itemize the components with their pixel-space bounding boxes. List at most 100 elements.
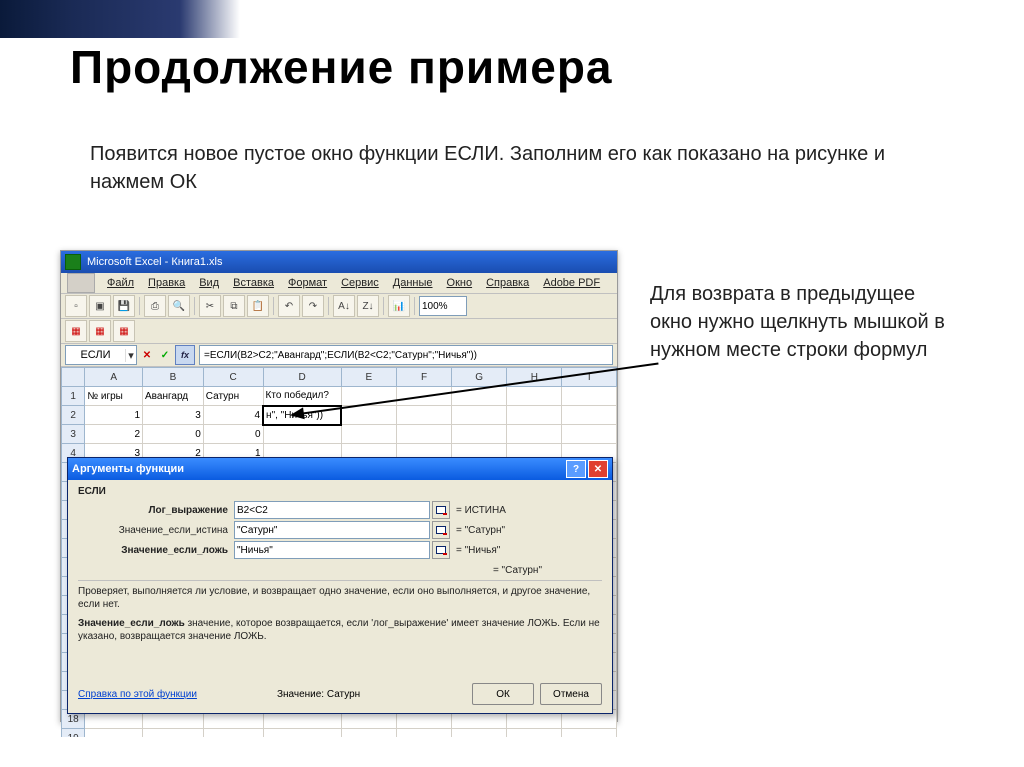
name-box-dropdown-icon[interactable]: ▾ [125, 349, 136, 362]
arg-label: Лог_выражение [78, 505, 234, 516]
toolbar-open-icon[interactable]: ▣ [89, 295, 111, 317]
formula-confirm-icon[interactable]: ✓ [157, 347, 173, 363]
excel-toolbar-pdf: ▦ ▦ ▦ [61, 319, 617, 344]
toolbar-redo-icon[interactable]: ↷ [302, 295, 324, 317]
cell[interactable]: 0 [143, 425, 204, 444]
arg-input-true[interactable] [234, 521, 430, 539]
excel-menubar: Файл Правка Вид Вставка Формат Сервис Да… [61, 273, 617, 294]
pdf-review-icon[interactable]: ▦ [113, 320, 135, 342]
fx-icon[interactable]: fx [175, 345, 195, 365]
cell[interactable]: № игры [85, 387, 143, 406]
cell[interactable] [341, 425, 396, 444]
toolbar-copy-icon[interactable]: ⧉ [223, 295, 245, 317]
cell[interactable] [397, 406, 452, 425]
menu-help[interactable]: Справка [480, 275, 535, 291]
toolbar-save-icon[interactable]: 💾 [113, 295, 135, 317]
cell[interactable] [507, 425, 562, 444]
name-box[interactable]: ЕСЛИ ▾ [65, 345, 137, 365]
dialog-titlebar[interactable]: Аргументы функции ? ✕ [68, 458, 612, 480]
cell[interactable] [452, 406, 507, 425]
cell[interactable] [507, 406, 562, 425]
cancel-button[interactable]: Отмена [540, 683, 602, 705]
dialog-function-name: ЕСЛИ [78, 486, 602, 497]
menu-tools[interactable]: Сервис [335, 275, 385, 291]
formula-cancel-icon[interactable]: ✕ [139, 347, 155, 363]
menu-window[interactable]: Окно [441, 275, 479, 291]
ok-button[interactable]: ОК [472, 683, 534, 705]
cell[interactable] [562, 406, 617, 425]
menu-adobe[interactable]: Adobe PDF [537, 275, 606, 291]
menu-data[interactable]: Данные [387, 275, 439, 291]
range-picker-icon[interactable] [432, 521, 450, 539]
cell[interactable]: 1 [85, 406, 143, 425]
col-header[interactable]: D [263, 368, 341, 387]
dialog-result-line: = "Сатурн" [78, 565, 602, 576]
cell[interactable]: Кто победил? [263, 387, 341, 406]
slide-corner-decoration [0, 0, 180, 38]
toolbar-undo-icon[interactable]: ↶ [278, 295, 300, 317]
dialog-close-icon[interactable]: ✕ [588, 460, 608, 478]
menu-view[interactable]: Вид [193, 275, 225, 291]
arg-result: = "Ничья" [456, 545, 500, 556]
menu-insert[interactable]: Вставка [227, 275, 280, 291]
row-header[interactable]: 1 [62, 387, 85, 406]
cell[interactable] [452, 425, 507, 444]
formula-input[interactable]: =ЕСЛИ(B2>C2;"Авангард";ЕСЛИ(B2<C2;"Сатур… [199, 345, 613, 365]
arg-result: = ИСТИНА [456, 505, 506, 516]
row-header[interactable]: 2 [62, 406, 85, 425]
cell[interactable] [263, 425, 341, 444]
dialog-arg-description: Значение_если_ложь значение, которое воз… [78, 617, 602, 643]
arg-input-logical[interactable] [234, 501, 430, 519]
toolbar-cut-icon[interactable]: ✂ [199, 295, 221, 317]
slide-corner-fade [180, 0, 240, 38]
col-header[interactable]: B [143, 368, 204, 387]
col-header[interactable]: C [203, 368, 263, 387]
excel-screenshot: Microsoft Excel - Книга1.xls Файл Правка… [60, 250, 618, 722]
toolbar-new-icon[interactable]: ▫ [65, 295, 87, 317]
slide-title: Продолжение примера [70, 40, 613, 94]
toolbar-preview-icon[interactable]: 🔍 [168, 295, 190, 317]
cell[interactable]: 3 [143, 406, 204, 425]
col-header[interactable]: G [452, 368, 507, 387]
range-picker-icon[interactable] [432, 501, 450, 519]
menu-system-icon[interactable] [67, 273, 95, 293]
cell[interactable]: Авангард [143, 387, 204, 406]
row-header[interactable]: 3 [62, 425, 85, 444]
toolbar-zoom[interactable]: 100% [419, 296, 467, 316]
cell[interactable] [507, 387, 562, 406]
toolbar-chart-icon[interactable]: 📊 [388, 295, 410, 317]
menu-edit[interactable]: Правка [142, 275, 191, 291]
range-picker-icon[interactable] [432, 541, 450, 559]
menu-file[interactable]: Файл [101, 275, 140, 291]
col-header[interactable]: F [397, 368, 452, 387]
toolbar-sort-desc-icon[interactable]: Z↓ [357, 295, 379, 317]
excel-app-icon [65, 254, 81, 270]
pdf-convert-icon[interactable]: ▦ [65, 320, 87, 342]
col-header[interactable]: A [85, 368, 143, 387]
arg-input-false[interactable] [234, 541, 430, 559]
dialog-help-link[interactable]: Справка по этой функции [78, 689, 197, 700]
cell[interactable] [562, 387, 617, 406]
cell[interactable]: Сатурн [203, 387, 263, 406]
cell[interactable] [397, 425, 452, 444]
arg-label: Значение_если_истина [78, 525, 234, 536]
toolbar-paste-icon[interactable]: 📋 [247, 295, 269, 317]
cell[interactable] [341, 406, 396, 425]
slide-side-note: Для возврата в предыдущее окно нужно щел… [650, 280, 950, 364]
toolbar-sort-asc-icon[interactable]: A↓ [333, 295, 355, 317]
dialog-help-icon[interactable]: ? [566, 460, 586, 478]
cell[interactable]: 2 [85, 425, 143, 444]
cell[interactable]: 0 [203, 425, 263, 444]
toolbar-print-icon[interactable]: ⎙ [144, 295, 166, 317]
dialog-title-text: Аргументы функции [72, 463, 184, 475]
dialog-function-description: Проверяет, выполняется ли условие, и воз… [78, 580, 602, 611]
col-header[interactable]: E [341, 368, 396, 387]
pdf-mail-icon[interactable]: ▦ [89, 320, 111, 342]
function-arguments-dialog: Аргументы функции ? ✕ ЕСЛИ Лог_выражение… [67, 457, 613, 714]
excel-formula-bar: ЕСЛИ ▾ ✕ ✓ fx =ЕСЛИ(B2>C2;"Авангард";ЕСЛ… [61, 344, 617, 367]
cell[interactable] [562, 425, 617, 444]
arg-result: = "Сатурн" [456, 525, 505, 536]
excel-titlebar: Microsoft Excel - Книга1.xls [61, 251, 617, 273]
menu-format[interactable]: Формат [282, 275, 333, 291]
cell[interactable]: 4 [203, 406, 263, 425]
